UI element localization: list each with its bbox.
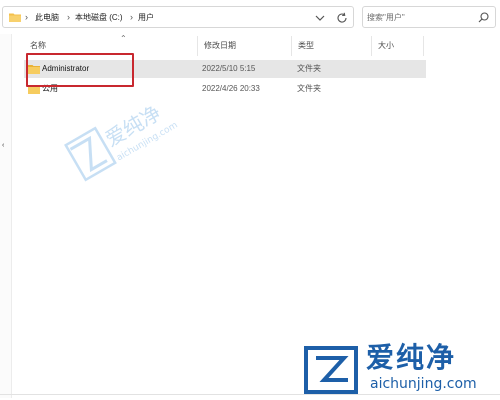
item-type: 文件夹 [297, 84, 321, 93]
address-row: › 此电脑 › 本地磁盘 (C:) › 用户 搜索"用户" [0, 4, 500, 30]
item-type: 文件夹 [297, 64, 321, 73]
breadcrumb-local-disk[interactable]: 本地磁盘 (C:) [75, 12, 123, 23]
search-icon[interactable] [478, 12, 489, 23]
column-date[interactable]: 修改日期 [198, 36, 292, 56]
column-size-label: 大小 [378, 41, 394, 50]
folder-icon [9, 13, 21, 22]
navigation-pane[interactable]: ‹ [0, 34, 12, 398]
chevron-down-icon[interactable] [314, 13, 326, 23]
search-input[interactable]: 搜索"用户" [362, 6, 496, 28]
column-type-label: 类型 [298, 41, 314, 50]
logo-text-en: aichunjing.com [370, 376, 477, 392]
chevron-right-icon: › [130, 12, 133, 22]
sort-up-icon: ⌃ [120, 34, 127, 43]
address-bar[interactable]: › 此电脑 › 本地磁盘 (C:) › 用户 [2, 6, 354, 28]
item-date: 2022/4/26 20:33 [202, 84, 260, 93]
refresh-icon[interactable] [336, 12, 348, 24]
column-size[interactable]: 大小 [372, 36, 424, 56]
divider [0, 394, 500, 395]
column-name-label: 名称 [30, 41, 46, 50]
chevron-right-icon: › [25, 12, 28, 22]
chevron-right-icon: › [67, 12, 70, 22]
item-date: 2022/5/10 5:15 [202, 64, 256, 73]
file-explorer-window: › 此电脑 › 本地磁盘 (C:) › 用户 搜索"用户" ‹ 名称 ⌃ 修改日… [0, 0, 500, 400]
search-placeholder: 搜索"用户" [367, 13, 405, 22]
highlight-annotation [26, 53, 134, 87]
site-logo: 爱纯净 aichunjing.com [300, 340, 496, 398]
breadcrumb-this-pc[interactable]: 此电脑 [35, 12, 59, 23]
column-type[interactable]: 类型 [292, 36, 372, 56]
logo-text-cn: 爱纯净 [366, 341, 457, 374]
logo-mark-icon [304, 346, 358, 394]
column-date-label: 修改日期 [204, 41, 236, 50]
breadcrumb-users[interactable]: 用户 [138, 12, 154, 23]
chevron-left-icon[interactable]: ‹ [2, 142, 4, 149]
